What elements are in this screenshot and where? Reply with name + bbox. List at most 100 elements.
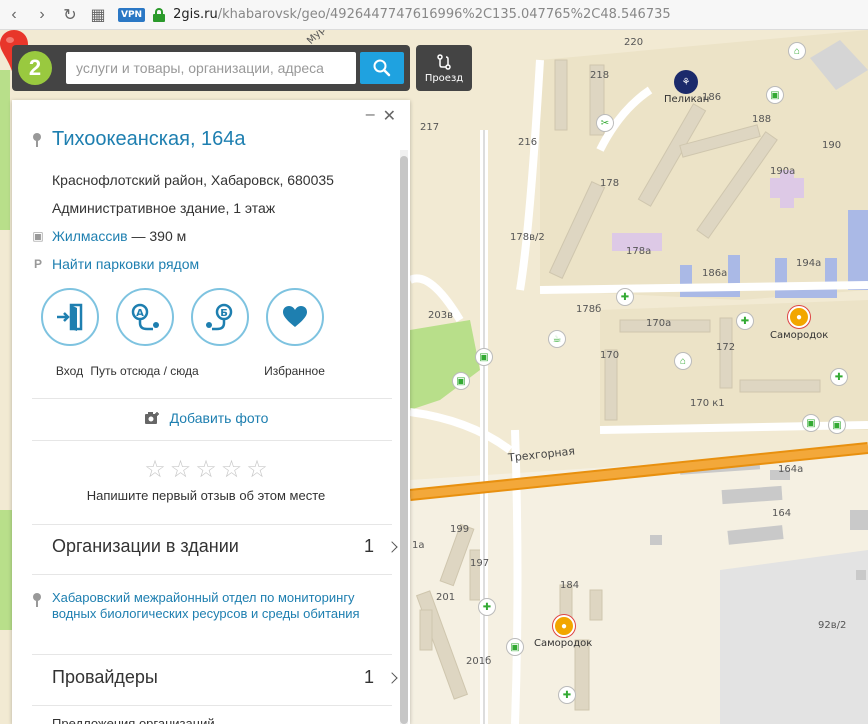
search-bar: 2 xyxy=(12,45,410,91)
divider xyxy=(32,398,392,399)
offers-section-title[interactable]: Предложения организаций xyxy=(52,716,215,724)
parking-link[interactable]: Найти парковки рядом xyxy=(52,256,199,272)
star-icon[interactable]: ☆ xyxy=(221,458,243,482)
place-title[interactable]: Тихоокеанская, 164а xyxy=(52,128,246,151)
minimize-icon[interactable]: – xyxy=(366,106,375,126)
house-number: 186 xyxy=(702,92,722,103)
samorodok-poi-label-1[interactable]: Самородок xyxy=(770,330,828,341)
entrance-button[interactable] xyxy=(40,288,99,346)
bus-stop-icon-5[interactable]: ▣ xyxy=(506,638,524,656)
organizations-section-title: Организации в здании xyxy=(52,536,239,556)
house-number: 170 xyxy=(600,350,620,361)
divider xyxy=(32,440,392,441)
lock-icon xyxy=(153,7,166,22)
pharmacy-icon-3[interactable]: ✚ xyxy=(830,368,848,386)
review-hint[interactable]: Напишите первый отзыв об этом месте xyxy=(12,488,400,503)
bus-stop-icon-3[interactable]: ▣ xyxy=(802,414,820,432)
bus-icon: ▣ xyxy=(32,229,44,243)
house-number: 164 xyxy=(772,508,792,519)
clothing-icon[interactable]: ⌂ xyxy=(674,352,692,370)
cafe-icon[interactable]: ☕ xyxy=(548,330,566,348)
park-area-left-lower xyxy=(0,510,12,630)
house-number: 188 xyxy=(752,114,772,125)
close-icon[interactable]: ✕ xyxy=(383,106,396,126)
bus-stop-icon-4[interactable]: ▣ xyxy=(828,416,846,434)
vpn-badge[interactable]: VPN xyxy=(118,7,146,22)
route-b-action[interactable]: Б xyxy=(182,288,257,378)
place-card-panel: – ✕ Тихоокеанская, 164а Краснофлотский р… xyxy=(12,100,410,724)
organization-link[interactable]: Хабаровский межрайонный отдел по монитор… xyxy=(52,590,382,622)
shop-icon[interactable]: ▣ xyxy=(766,86,784,104)
action-buttons: Вход А Путь отсюда / сюда Б Избранное xyxy=(32,288,332,378)
house-number: 216 xyxy=(518,137,538,148)
reload-icon[interactable]: ↻ xyxy=(56,1,84,29)
house-number: 190а xyxy=(770,166,796,177)
url-path: /khabarovsk/geo/4926447747616996%2C135.0… xyxy=(217,7,671,22)
house-number: 203в xyxy=(428,310,453,321)
providers-section-title: Провайдеры xyxy=(52,667,158,687)
favorite-action[interactable]: Избранное xyxy=(257,288,332,378)
hairdresser-icon[interactable]: ✂ xyxy=(596,114,614,132)
scrollbar-thumb[interactable] xyxy=(400,156,408,724)
clothing-icon-2[interactable]: ⌂ xyxy=(788,42,806,60)
divider xyxy=(32,574,392,575)
park-area-left xyxy=(0,70,10,230)
2gis-logo-icon[interactable]: 2 xyxy=(18,51,52,85)
house-number: 164а xyxy=(778,464,804,475)
forward-icon[interactable]: › xyxy=(28,1,56,29)
rating-stars: ☆ ☆ ☆ ☆ ☆ xyxy=(12,458,400,482)
bus-stop-icon[interactable]: ▣ xyxy=(475,348,493,366)
divider xyxy=(32,524,392,525)
star-icon[interactable]: ☆ xyxy=(144,458,166,482)
house-number: 178 xyxy=(600,178,620,189)
address-bar[interactable]: 2gis.ru/khabarovsk/geo/4926447747616996%… xyxy=(173,7,671,22)
house-number: 220 xyxy=(624,37,644,48)
route-button[interactable]: Проезд xyxy=(416,45,472,91)
house-number: 92в/2 xyxy=(818,620,847,631)
organizations-count: 1 xyxy=(363,536,374,556)
back-icon[interactable]: ‹ xyxy=(0,1,28,29)
search-button[interactable] xyxy=(360,52,404,84)
place-address: Краснофлотский район, Хабаровск, 680035 xyxy=(52,172,334,188)
star-icon[interactable]: ☆ xyxy=(195,458,217,482)
house-number: 170 к1 xyxy=(690,398,725,409)
pharmacy-icon-5[interactable]: ✚ xyxy=(558,686,576,704)
pharmacy-icon[interactable]: ✚ xyxy=(616,288,634,306)
panel-controls: – ✕ xyxy=(366,106,396,126)
house-number: 178а xyxy=(626,246,652,257)
tabs-grid-icon[interactable]: ▦ xyxy=(84,1,112,29)
pharmacy-icon-4[interactable]: ✚ xyxy=(478,598,496,616)
route-icon xyxy=(437,53,451,70)
samorodok-poi-icon-2[interactable]: ● xyxy=(553,615,575,637)
samorodok-poi-icon[interactable]: ● xyxy=(788,306,810,328)
bus-stop-icon-2[interactable]: ▣ xyxy=(452,372,470,390)
organizations-section[interactable]: Организации в здании 1 xyxy=(52,536,398,557)
parking-icon: P xyxy=(33,257,42,271)
browser-toolbar: ‹ › ↻ ▦ VPN 2gis.ru/khabarovsk/geo/49264… xyxy=(0,0,868,30)
route-from-to-button[interactable]: А xyxy=(115,288,174,346)
transit-stop-link[interactable]: Жилмассив xyxy=(52,228,128,244)
house-number: 186а xyxy=(702,268,728,279)
route-button-label: Проезд xyxy=(424,72,464,84)
search-input[interactable] xyxy=(66,52,356,84)
providers-count: 1 xyxy=(363,667,374,687)
route-from-to-action[interactable]: А Путь отсюда / сюда xyxy=(90,288,199,378)
route-a-icon: А xyxy=(131,303,159,331)
place-title-row: Тихоокеанская, 164а xyxy=(32,128,246,151)
pelican-poi-icon[interactable]: ⚘ xyxy=(674,70,698,94)
add-photo-row[interactable]: Добавить фото xyxy=(12,410,400,426)
providers-section[interactable]: Провайдеры 1 xyxy=(52,667,398,688)
svg-text:А: А xyxy=(136,308,144,319)
park-area xyxy=(410,320,480,410)
samorodok-poi-label-2[interactable]: Самородок xyxy=(534,638,592,649)
route-b-button[interactable]: Б xyxy=(190,288,249,346)
house-number: 201 xyxy=(436,592,456,603)
add-photo-link[interactable]: Добавить фото xyxy=(170,410,269,426)
camera-icon xyxy=(144,412,159,424)
star-icon[interactable]: ☆ xyxy=(246,458,268,482)
organization-entry[interactable]: Хабаровский межрайонный отдел по монитор… xyxy=(32,590,382,622)
house-number: 218 xyxy=(590,70,610,81)
pharmacy-icon-2[interactable]: ✚ xyxy=(736,312,754,330)
favorite-button[interactable] xyxy=(265,288,324,346)
star-icon[interactable]: ☆ xyxy=(170,458,192,482)
